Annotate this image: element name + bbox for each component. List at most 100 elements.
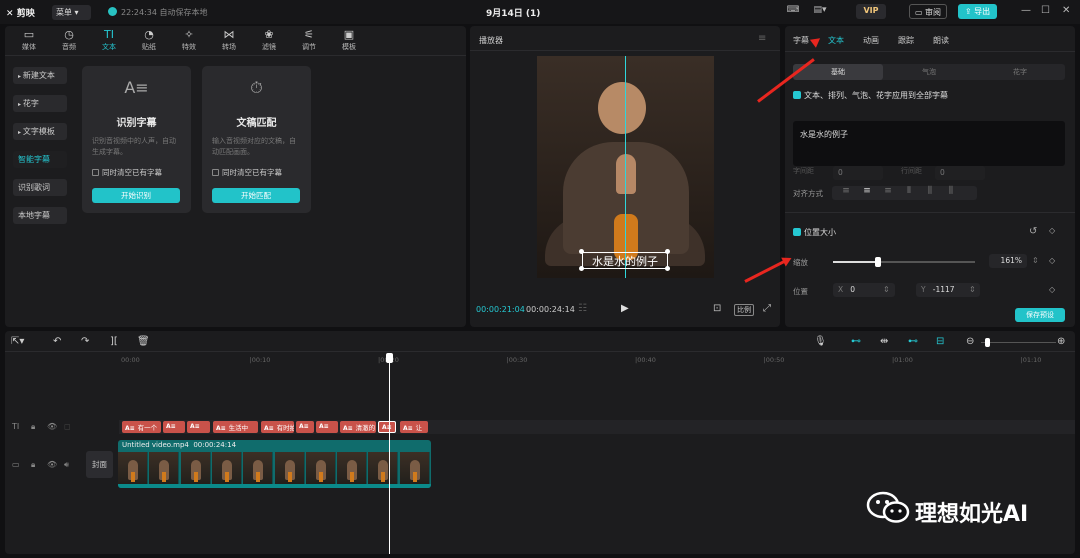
tool-tab-sticker[interactable]: ◔ 贴纸: [129, 28, 169, 54]
text-clip[interactable]: A≡ 有一个: [122, 421, 161, 433]
sidebar-item[interactable]: 本地字幕: [13, 207, 67, 224]
sidebar-item[interactable]: ▸ 花字: [13, 95, 67, 112]
maximize-icon[interactable]: ☐: [1041, 5, 1050, 16]
style-segment-item[interactable]: 气泡: [884, 64, 974, 80]
text-clip[interactable]: A≡: [378, 421, 396, 433]
text-clip[interactable]: A≡ 生活中: [213, 421, 258, 433]
sidebar-item[interactable]: ▸ 新建文本: [13, 67, 67, 84]
lock-icon[interactable]: 🔒︎: [31, 460, 35, 470]
style-segment-item[interactable]: 花字: [975, 64, 1065, 80]
tool-tab-filter[interactable]: ❀ 滤镜: [249, 28, 289, 54]
apply-all-checkbox[interactable]: 文本、排列、气泡、花字应用到全部字幕: [793, 90, 948, 101]
menu-button[interactable]: 菜单 ▾: [52, 5, 91, 20]
preview-axis-icon[interactable]: ⊟: [936, 336, 944, 347]
resize-handle[interactable]: [579, 266, 584, 271]
player-menu-icon[interactable]: ≡: [758, 33, 766, 44]
tool-tab-adjust[interactable]: ⚟ 调节: [289, 28, 329, 54]
start-button[interactable]: 开始匹配: [212, 188, 300, 203]
align-left-icon[interactable]: ≡: [837, 186, 855, 200]
sidebar-item[interactable]: ▸ 文字模板: [13, 123, 67, 140]
cover-button[interactable]: 封面: [86, 451, 113, 478]
char-spacing-input[interactable]: 0: [833, 166, 883, 180]
resize-handle[interactable]: [665, 266, 670, 271]
text-input[interactable]: 水是水的例子: [793, 121, 1065, 166]
text-clip[interactable]: A≡: [296, 421, 314, 433]
vip-badge[interactable]: VIP: [856, 4, 886, 19]
tool-tab-audio[interactable]: ◷ 音频: [49, 28, 89, 54]
fit-icon[interactable]: ⊡: [713, 303, 721, 314]
align-center-icon[interactable]: ≡: [858, 186, 876, 200]
line-spacing-input[interactable]: 0: [935, 166, 985, 180]
sidebar-item[interactable]: 识别歌词: [13, 179, 67, 196]
volume-icon[interactable]: 🔊︎: [64, 460, 69, 470]
scale-slider-knob[interactable]: [875, 257, 882, 267]
playhead-handle[interactable]: [386, 353, 393, 363]
tool-tab-template[interactable]: ▣ 模板: [329, 28, 369, 54]
resize-handle[interactable]: [665, 249, 670, 254]
split-icon[interactable]: ][: [110, 336, 118, 347]
sidebar-item[interactable]: 智能字幕: [13, 151, 67, 168]
tool-tab-media[interactable]: ▭ 媒体: [9, 28, 49, 54]
tool-tab-transition[interactable]: ⋈ 转场: [209, 28, 249, 54]
text-clip[interactable]: A≡: [163, 421, 185, 433]
keyframe-icon[interactable]: ◇: [1049, 226, 1055, 235]
scale-value-input[interactable]: 161%: [989, 254, 1027, 268]
lock-icon[interactable]: 🔒︎: [31, 422, 35, 432]
inspector-tab[interactable]: 朗读: [933, 35, 949, 46]
waveform-icon[interactable]: ☷: [578, 303, 587, 314]
video-preview[interactable]: 水是水的例子: [537, 56, 714, 278]
play-icon[interactable]: ▶: [621, 303, 629, 314]
export-button[interactable]: ⇪ 导出: [958, 4, 997, 19]
stepper-icon[interactable]: ⇕: [1032, 256, 1039, 265]
microphone-icon[interactable]: 🎙: [814, 336, 827, 347]
playhead[interactable]: [389, 357, 390, 554]
snap-icon[interactable]: ⇹: [880, 336, 888, 347]
delete-icon[interactable]: 🗑: [137, 336, 150, 347]
minimize-icon[interactable]: —: [1021, 5, 1031, 16]
clear-existing-checkbox[interactable]: 同时清空已有字幕: [92, 167, 162, 178]
zoom-slider-track[interactable]: [981, 342, 1056, 343]
layout-icon[interactable]: ▤▾: [810, 5, 830, 18]
zoom-in-icon[interactable]: ⊕: [1057, 336, 1065, 347]
linkage-icon[interactable]: ⊷: [908, 336, 918, 347]
justify-icon[interactable]: ⦀: [900, 186, 918, 200]
inspector-tab[interactable]: 文本: [828, 35, 844, 46]
video-clip[interactable]: Untitled video.mp4 00:00:24:14: [118, 440, 431, 488]
keyframe-icon[interactable]: ◇: [1049, 256, 1055, 265]
keyboard-icon[interactable]: ⌨: [783, 5, 803, 18]
review-button[interactable]: ▭ 审阅: [909, 4, 947, 19]
reset-icon[interactable]: ↺: [1029, 226, 1037, 237]
text-clip[interactable]: A≡ 有时拍: [261, 421, 294, 433]
inspector-tab[interactable]: 字幕: [793, 35, 809, 46]
subtitle-text[interactable]: 水是水的例子: [582, 253, 668, 269]
eye-icon[interactable]: 👁︎: [47, 460, 57, 469]
vertical-middle-icon[interactable]: ⫼: [942, 186, 960, 200]
clear-existing-checkbox[interactable]: 同时清空已有字幕: [212, 167, 282, 178]
inspector-tab[interactable]: 动画: [863, 35, 879, 46]
text-clip[interactable]: A≡ 让: [400, 421, 428, 433]
fullscreen-icon[interactable]: ⤢: [763, 303, 771, 314]
stepper-icon[interactable]: ⇕: [883, 285, 890, 294]
align-right-icon[interactable]: ≡: [879, 186, 897, 200]
tool-tab-effects[interactable]: ✧ 特效: [169, 28, 209, 54]
text-clip[interactable]: A≡: [316, 421, 338, 433]
eye-icon[interactable]: 👁︎: [47, 422, 57, 431]
close-icon[interactable]: ✕: [1062, 5, 1070, 16]
text-clip[interactable]: A≡: [187, 421, 210, 433]
select-tool-icon[interactable]: ⇱▾: [11, 336, 24, 347]
stepper-icon[interactable]: ⇕: [969, 285, 976, 294]
tool-tab-text[interactable]: TI 文本: [89, 28, 129, 54]
resize-handle[interactable]: [579, 249, 584, 254]
position-size-checkbox[interactable]: 位置大小: [793, 227, 836, 238]
text-clip[interactable]: A≡ 清澈的: [340, 421, 376, 433]
zoom-slider-knob[interactable]: [985, 338, 990, 347]
inspector-tab[interactable]: 跟踪: [898, 35, 914, 46]
vertical-top-icon[interactable]: ⫼: [921, 186, 939, 200]
start-button[interactable]: 开始识别: [92, 188, 180, 203]
undo-icon[interactable]: ↶: [53, 336, 61, 347]
link-toggle-icon[interactable]: ⊷: [851, 336, 861, 347]
save-preset-button[interactable]: 保存预设: [1015, 308, 1065, 322]
redo-icon[interactable]: ↷: [81, 336, 89, 347]
keyframe-icon[interactable]: ◇: [1049, 285, 1055, 294]
zoom-out-icon[interactable]: ⊖: [966, 336, 974, 347]
